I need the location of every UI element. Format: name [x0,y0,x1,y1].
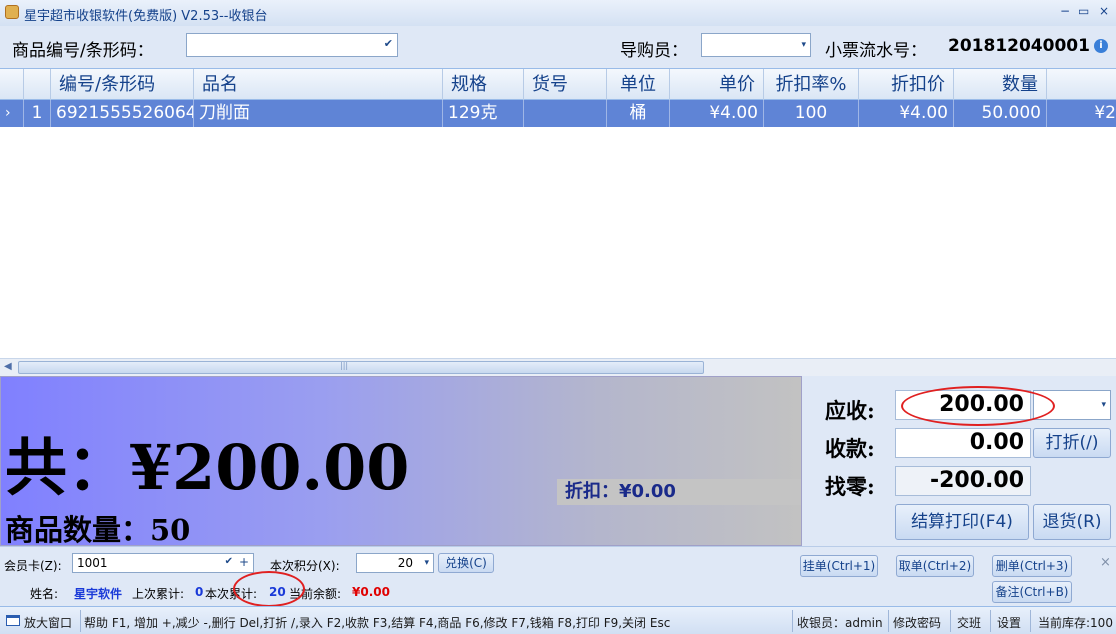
refund-button[interactable]: 退货(R) [1033,504,1111,540]
member-card-input[interactable]: 1001 ✔ + [72,553,254,573]
column-header-unit[interactable]: 单位 [607,69,670,100]
restore-button[interactable]: ▭ [1078,4,1089,18]
item-quantity: 商品数量：50 [5,513,191,547]
window-icon [6,615,20,626]
chevron-down-icon[interactable]: ✔ [384,37,393,50]
column-header-quantity[interactable]: 数量 [954,69,1047,100]
shift-change-link[interactable]: 交班 [957,614,981,631]
product-grid: 编号/条形码 品名 规格 货号 单位 单价 折扣率% 折扣价 数量 › 1 69… [0,68,1116,360]
cell-code[interactable]: 6921555526064 [51,100,194,127]
check-icon[interactable]: ✔ [225,556,233,567]
cell-amount[interactable]: ¥2 [1047,100,1116,127]
scroll-left-icon[interactable]: ◀ [4,361,12,372]
change-label: 找零: [825,474,875,499]
cell-quantity[interactable]: 50.000 [954,100,1047,127]
annotation-circle [233,571,305,607]
chevron-down-icon[interactable]: ▾ [1101,400,1106,410]
row-index: 1 [24,100,51,127]
shortcut-help: 帮助 F1, 增加 +,减少 -,删行 Del,打折 /,录入 F2,收款 F3… [84,616,671,630]
member-name: 星宇软件 [74,587,123,601]
payment-panel: 应收: 200.00 ▾ 收款: 0.00 打折(/) 找零: -200.00 … [803,376,1116,546]
salesperson-label: 导购员： [620,41,688,61]
cell-item-no[interactable] [524,100,607,127]
retrieve-order-button[interactable]: 取单(Ctrl+2) [896,555,974,577]
column-header-discount-price[interactable]: 折扣价 [859,69,954,100]
chevron-down-icon[interactable]: ▾ [424,558,429,568]
receipt-number: 201812040001 [948,36,1090,56]
change-password-link[interactable]: 修改密码 [893,614,941,631]
cashier-info: 收银员：admin [797,616,883,630]
last-total-label: 上次累计: [132,587,185,601]
member-name-label: 姓名: [30,587,59,601]
cell-unit[interactable]: 桶 [607,100,670,127]
status-bar: 放大窗口 帮助 F1, 增加 +,减少 -,删行 Del,打折 /,录入 F2,… [0,606,1116,634]
hold-order-button[interactable]: 挂单(Ctrl+1) [800,555,878,577]
total-panel: 共：¥200.00 商品数量：50 折扣：¥0.00 [0,376,802,547]
table-row[interactable]: › 1 6921555526064 刀削面 129克 桶 ¥4.00 100 ¥… [0,100,1116,127]
horizontal-scrollbar[interactable]: ◀ ||| [0,358,1116,376]
received-label: 收款: [825,436,875,461]
plus-icon[interactable]: + [239,555,249,569]
column-header-discount-rate[interactable]: 折扣率% [764,69,859,100]
grid-header: 编号/条形码 品名 规格 货号 单位 单价 折扣率% 折扣价 数量 [0,69,1116,100]
cell-price[interactable]: ¥4.00 [670,100,764,127]
grip-icon: ||| [340,361,349,370]
salesperson-select[interactable]: ▾ [701,33,811,57]
annotation-circle [901,386,1055,426]
settings-link[interactable]: 设置 [997,614,1021,631]
receipt-label: 小票流水号： [825,41,927,61]
member-card-label: 会员卡(Z): [4,559,62,573]
search-bar: 商品编号/条形码： ✔ 导购员： ▾ 小票流水号： 201812040001 i [0,26,1116,68]
grand-total: 共：¥200.00 [5,431,410,504]
points-value: 20 [397,556,413,570]
minimize-button[interactable]: − [1060,4,1070,18]
window-title: 星宇超市收银软件(免费版) V2.53--收银台 [24,9,268,24]
exchange-button[interactable]: 兑换(C) [438,553,494,573]
title-bar: 星宇超市收银软件(免费版) V2.53--收银台 − ▭ × [0,0,1116,26]
header-index [24,69,51,100]
last-total-value: 0 [195,585,204,599]
member-bar: 会员卡(Z): 1001 ✔ + 本次积分(X): 20 ▾ 兑换(C) 姓名:… [0,546,1116,607]
stock-info: 当前库存:100 [1038,616,1113,630]
delete-order-button[interactable]: 删单(Ctrl+3) [992,555,1072,577]
app-icon [5,5,19,19]
row-marker: › [0,100,24,127]
column-header-item-no[interactable]: 货号 [524,69,607,100]
cell-name[interactable]: 刀削面 [194,100,443,127]
header-marker [0,69,24,100]
chevron-down-icon[interactable]: ▾ [801,40,806,50]
column-header-code[interactable]: 编号/条形码 [51,69,194,100]
info-icon[interactable]: i [1094,39,1108,53]
column-header-spec[interactable]: 规格 [443,69,524,100]
received-input[interactable]: 0.00 [895,428,1031,458]
change-field: -200.00 [895,466,1031,496]
cell-discount-price[interactable]: ¥4.00 [859,100,954,127]
points-select[interactable]: 20 ▾ [356,553,434,573]
barcode-input[interactable]: ✔ [186,33,398,57]
amount-due-label: 应收: [825,398,875,423]
close-window-button[interactable]: × [1099,4,1109,18]
checkout-print-button[interactable]: 结算打印(F4) [895,504,1029,540]
close-icon[interactable]: × [1100,555,1111,570]
cell-spec[interactable]: 129克 [443,100,524,127]
enlarge-window-button[interactable]: 放大窗口 [24,614,72,631]
cell-discount-rate[interactable]: 100 [764,100,859,127]
column-header-name[interactable]: 品名 [194,69,443,100]
member-card-value: 1001 [77,556,108,570]
discount-amount: 折扣：¥0.00 [557,479,801,505]
note-button[interactable]: 备注(Ctrl+B) [992,581,1072,603]
discount-button[interactable]: 打折(/) [1033,428,1111,458]
balance-value: ¥0.00 [352,585,390,599]
column-header-price[interactable]: 单价 [670,69,764,100]
scrollbar-thumb[interactable] [18,361,704,374]
barcode-label: 商品编号/条形码： [12,41,154,61]
